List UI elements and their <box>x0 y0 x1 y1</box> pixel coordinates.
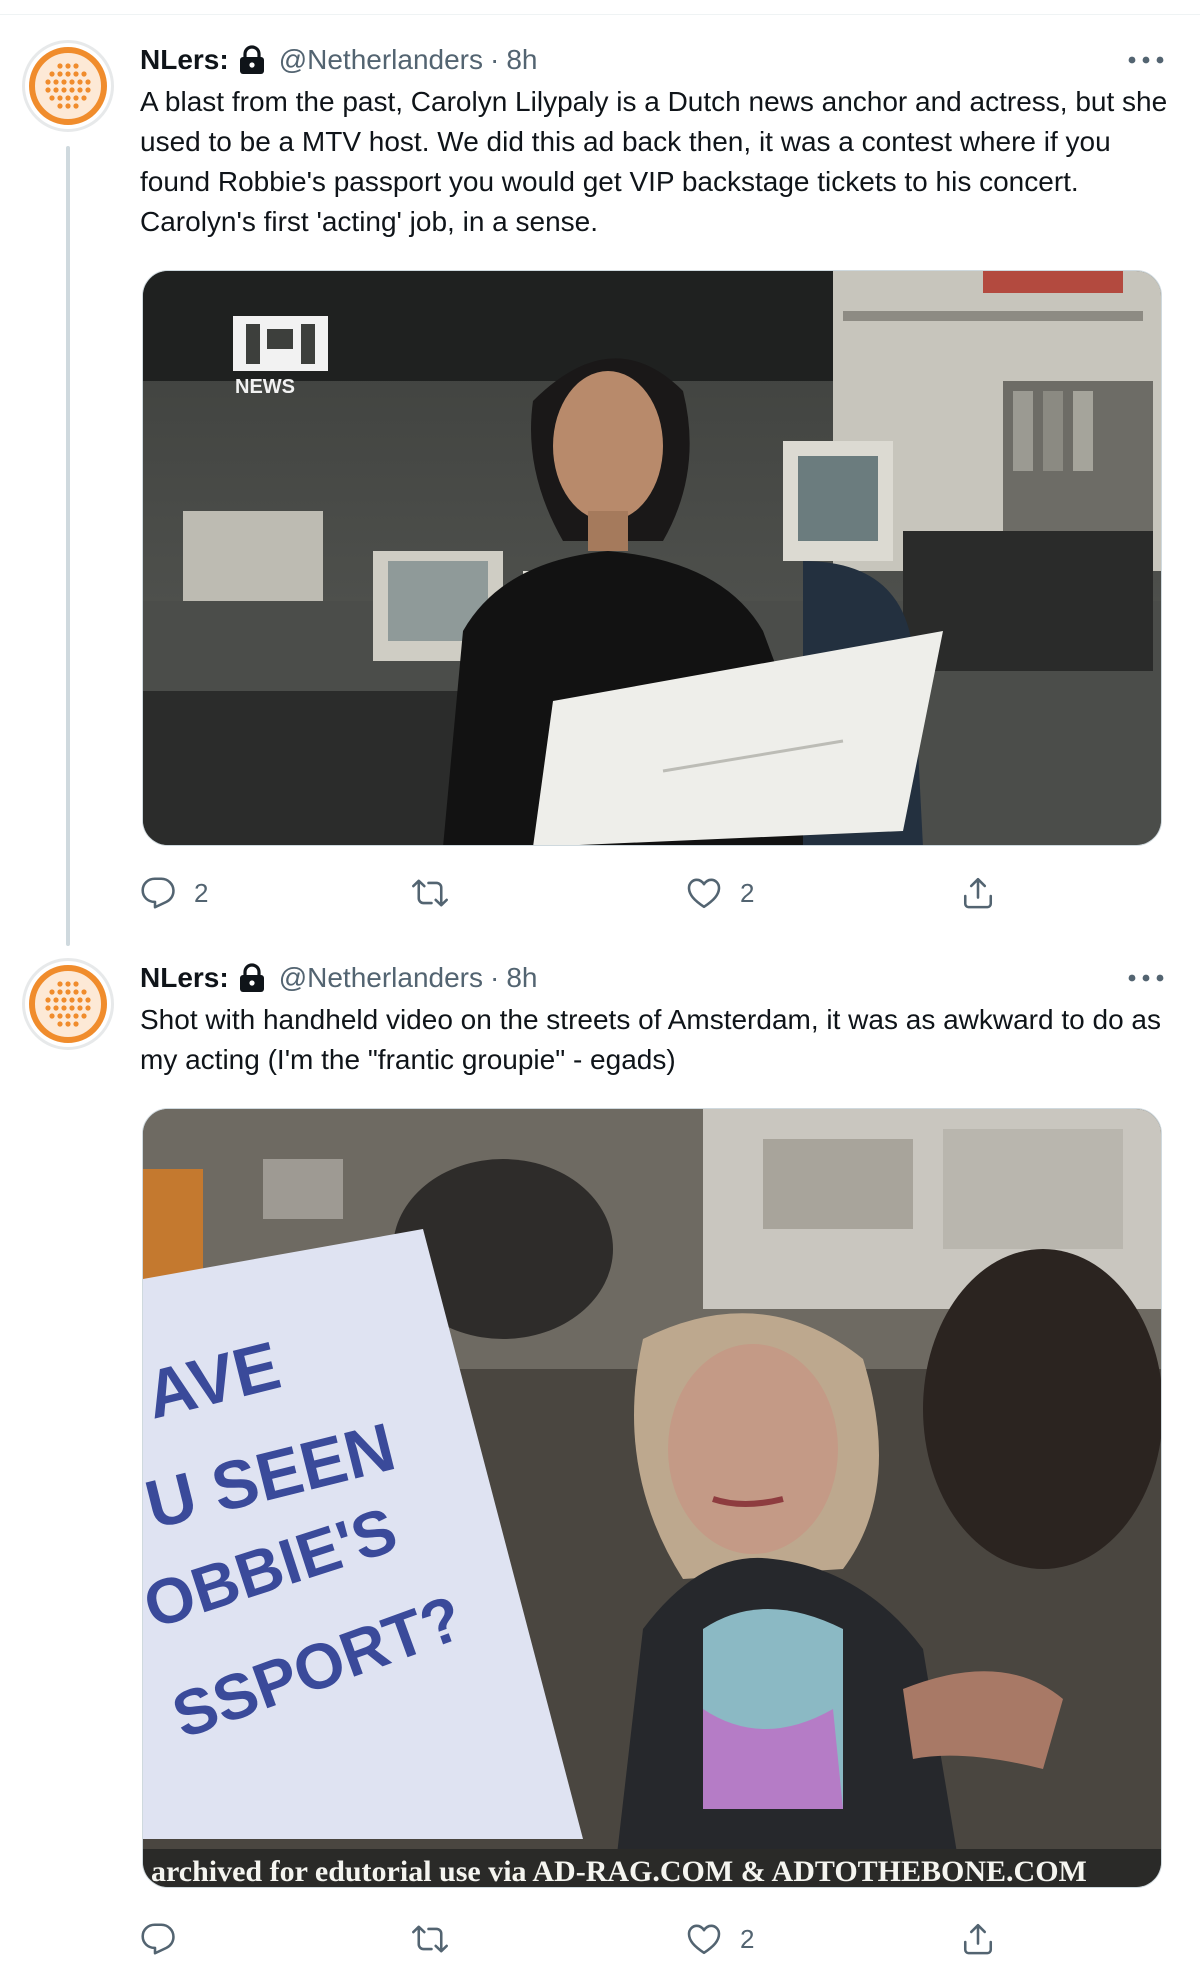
mtv-news-logo-text: NEWS <box>235 376 295 398</box>
share-icon <box>963 1923 993 1955</box>
more-icon[interactable] <box>1122 46 1170 74</box>
like-button[interactable]: 2 <box>686 1914 754 1964</box>
tweet-text: A blast from the past, Carolyn Lilypaly … <box>140 86 1168 237</box>
like-button[interactable]: 2 <box>686 868 754 918</box>
reply-button[interactable]: 2 <box>140 868 208 918</box>
like-count: 2 <box>740 1923 755 1954</box>
timestamp[interactable]: 8h <box>506 44 537 76</box>
lock-icon <box>237 962 267 994</box>
author-handle[interactable]: @Netherlanders <box>279 44 483 76</box>
retweet-button[interactable] <box>412 1914 466 1964</box>
tweet-actions: 2 2 <box>140 868 1140 918</box>
retweet-icon <box>412 879 448 907</box>
share-button[interactable] <box>960 1914 996 1964</box>
author-handle[interactable]: @Netherlanders <box>279 962 483 994</box>
separator-dot: · <box>490 44 500 75</box>
avatar[interactable] <box>22 40 114 132</box>
share-icon <box>963 877 993 909</box>
retweet-icon <box>412 1925 448 1953</box>
share-button[interactable] <box>960 868 996 918</box>
avatar[interactable] <box>22 958 114 1050</box>
tweet-actions: 2 <box>140 1914 1140 1964</box>
reply-icon <box>141 877 175 909</box>
author-name[interactable]: NLers: <box>140 44 229 76</box>
thread-connector-line <box>66 146 70 946</box>
like-count: 2 <box>740 877 755 908</box>
tweet-video-thumbnail[interactable]: NEWS <box>142 270 1162 846</box>
avatar-logo-icon <box>29 47 107 125</box>
author-name[interactable]: NLers: <box>140 962 229 994</box>
tweet-video-thumbnail[interactable]: AVE U SEEN OBBIE'S SSPORT? archived for … <box>142 1108 1162 1888</box>
avatar-logo-icon <box>29 965 107 1043</box>
retweet-button[interactable] <box>412 868 466 918</box>
reply-button[interactable] <box>140 1914 194 1964</box>
like-icon <box>687 1924 721 1955</box>
separator-dot: · <box>490 962 500 993</box>
reply-icon <box>141 1923 175 1955</box>
tweet-header: NLers: @Netherlanders · 8h <box>140 40 538 80</box>
video-caption: archived for edutorial use via AD-RAG.CO… <box>151 1855 1087 1888</box>
timestamp[interactable]: 8h <box>506 962 537 994</box>
lock-icon <box>237 44 267 76</box>
more-icon[interactable] <box>1122 964 1170 992</box>
top-divider <box>0 14 1200 15</box>
tweet-text: Shot with handheld video on the streets … <box>140 1004 1161 1075</box>
like-icon <box>687 878 721 909</box>
tweet-header: NLers: @Netherlanders · 8h <box>140 958 538 998</box>
reply-count: 2 <box>194 877 209 908</box>
